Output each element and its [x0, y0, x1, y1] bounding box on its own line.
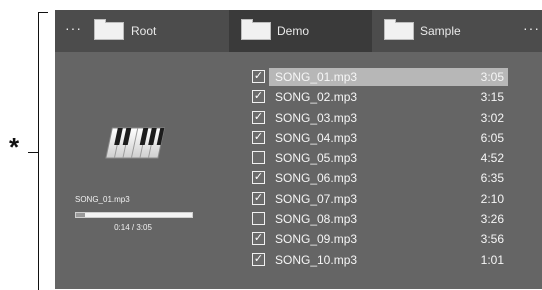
song-name: SONG_10.mp3 — [275, 252, 358, 267]
song-row[interactable]: SONG_08.mp3 3:26 — [252, 209, 508, 229]
tab-sample[interactable]: Sample — [376, 10, 516, 52]
playback-time: 0:14 / 3:05 — [114, 223, 152, 232]
song-duration: 3:05 — [480, 70, 504, 84]
song-duration: 6:05 — [480, 130, 504, 145]
checkbox-checked[interactable]: ✓ — [252, 171, 265, 185]
callout-leader-line — [28, 152, 38, 153]
checkbox-unchecked[interactable] — [252, 212, 265, 226]
playback-progress-fill — [76, 213, 85, 217]
scroll-left-more-icon[interactable]: ··· — [65, 20, 82, 36]
song-name: SONG_06.mp3 — [275, 171, 358, 186]
song-duration: 3:15 — [480, 90, 504, 105]
song-name: SONG_04.mp3 — [275, 130, 358, 145]
song-name: SONG_01.mp3 — [275, 70, 358, 84]
checkbox-unchecked[interactable] — [252, 151, 265, 165]
playback-progress-bar[interactable] — [75, 212, 193, 218]
song-duration: 2:10 — [480, 191, 504, 206]
song-row[interactable]: ✓ SONG_10.mp3 1:01 — [252, 250, 508, 270]
now-playing-title: SONG_01.mp3 — [75, 195, 130, 204]
checkbox-checked[interactable]: ✓ — [252, 110, 265, 124]
song-row[interactable]: ✓ SONG_02.mp3 3:15 — [252, 87, 508, 107]
callout-bracket — [38, 12, 48, 290]
song-duration: 3:26 — [480, 212, 504, 227]
song-list: ✓ SONG_01.mp3 3:05 ✓ SONG_02.mp3 3:15 ✓ SONG_03… — [252, 67, 508, 270]
song-name: SONG_03.mp3 — [275, 110, 358, 125]
song-row[interactable]: ✓ SONG_09.mp3 3:56 — [252, 229, 508, 249]
checkbox-checked[interactable]: ✓ — [252, 130, 265, 144]
song-row[interactable]: ✓ SONG_06.mp3 6:35 — [252, 168, 508, 188]
song-duration: 3:02 — [480, 110, 504, 125]
callout-marker: * — [9, 132, 20, 162]
folder-icon — [384, 19, 414, 40]
tab-label: Demo — [277, 24, 310, 38]
song-name: SONG_09.mp3 — [275, 232, 358, 247]
tab-label: Sample — [420, 24, 461, 38]
song-duration: 4:52 — [480, 151, 504, 166]
folder-icon — [241, 19, 271, 40]
checkbox-checked[interactable]: ✓ — [252, 90, 265, 104]
song-duration: 6:35 — [480, 171, 504, 186]
song-name: SONG_05.mp3 — [275, 151, 358, 166]
song-row[interactable]: ✓ SONG_01.mp3 3:05 — [252, 67, 508, 87]
checkbox-checked[interactable]: ✓ — [252, 252, 265, 266]
checkbox-checked[interactable]: ✓ — [252, 70, 265, 83]
song-duration: 3:56 — [480, 232, 504, 247]
folder-tab-bar: ··· Root Demo Sample ··· — [55, 10, 542, 52]
song-name: SONG_02.mp3 — [275, 90, 358, 105]
checkbox-checked[interactable]: ✓ — [252, 191, 265, 205]
song-duration: 1:01 — [480, 252, 504, 267]
song-name: SONG_08.mp3 — [275, 212, 358, 227]
song-row[interactable]: ✓ SONG_07.mp3 2:10 — [252, 189, 508, 209]
tab-demo[interactable]: Demo — [229, 10, 372, 52]
scroll-right-more-icon[interactable]: ··· — [523, 20, 540, 36]
song-row[interactable]: ✓ SONG_03.mp3 3:02 — [252, 108, 508, 128]
tab-root[interactable]: Root — [87, 10, 225, 52]
checkbox-checked[interactable]: ✓ — [252, 232, 265, 246]
song-name: SONG_07.mp3 — [275, 191, 358, 206]
tab-label: Root — [131, 24, 157, 38]
song-row[interactable]: SONG_05.mp3 4:52 — [252, 148, 508, 168]
music-player-screen: ··· Root Demo Sample ··· SONG_01.mp3 0:1… — [55, 10, 542, 289]
folder-icon — [94, 19, 124, 40]
piano-icon — [105, 127, 165, 159]
song-row[interactable]: ✓ SONG_04.mp3 6:05 — [252, 128, 508, 148]
